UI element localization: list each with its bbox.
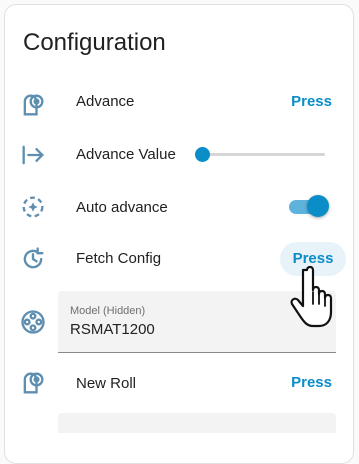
configuration-card: Configuration Advance Press Advance Valu… [4,4,354,464]
model-select-value: RSMAT1200 [70,321,155,338]
advance-label: Advance [76,93,135,110]
slider-track [201,153,325,156]
auto-advance-icon [19,193,47,221]
hand-cursor-icon [285,262,345,334]
fetch-config-label: Fetch Config [76,250,162,267]
advance-value-label: Advance Value [76,146,176,163]
auto-advance-label: Auto advance [76,199,168,216]
new-roll-press-button[interactable]: Press [291,373,332,393]
model-select-label: Model (Hidden) [70,305,146,317]
film-reel-icon [19,308,47,336]
arrow-right-to-line-icon [19,141,47,169]
next-field-partial [58,413,336,433]
toggle-knob [307,195,329,217]
card-title: Configuration [23,29,166,56]
new-roll-label: New Roll [76,375,137,392]
auto-advance-toggle[interactable] [289,195,331,217]
slider-thumb[interactable] [195,147,210,162]
toilet-paper-roll-icon [19,369,47,397]
refresh-clock-icon [19,245,47,273]
advance-value-slider[interactable] [195,146,325,162]
advance-press-button[interactable]: Press [291,92,332,112]
toilet-paper-roll-icon [19,91,47,119]
